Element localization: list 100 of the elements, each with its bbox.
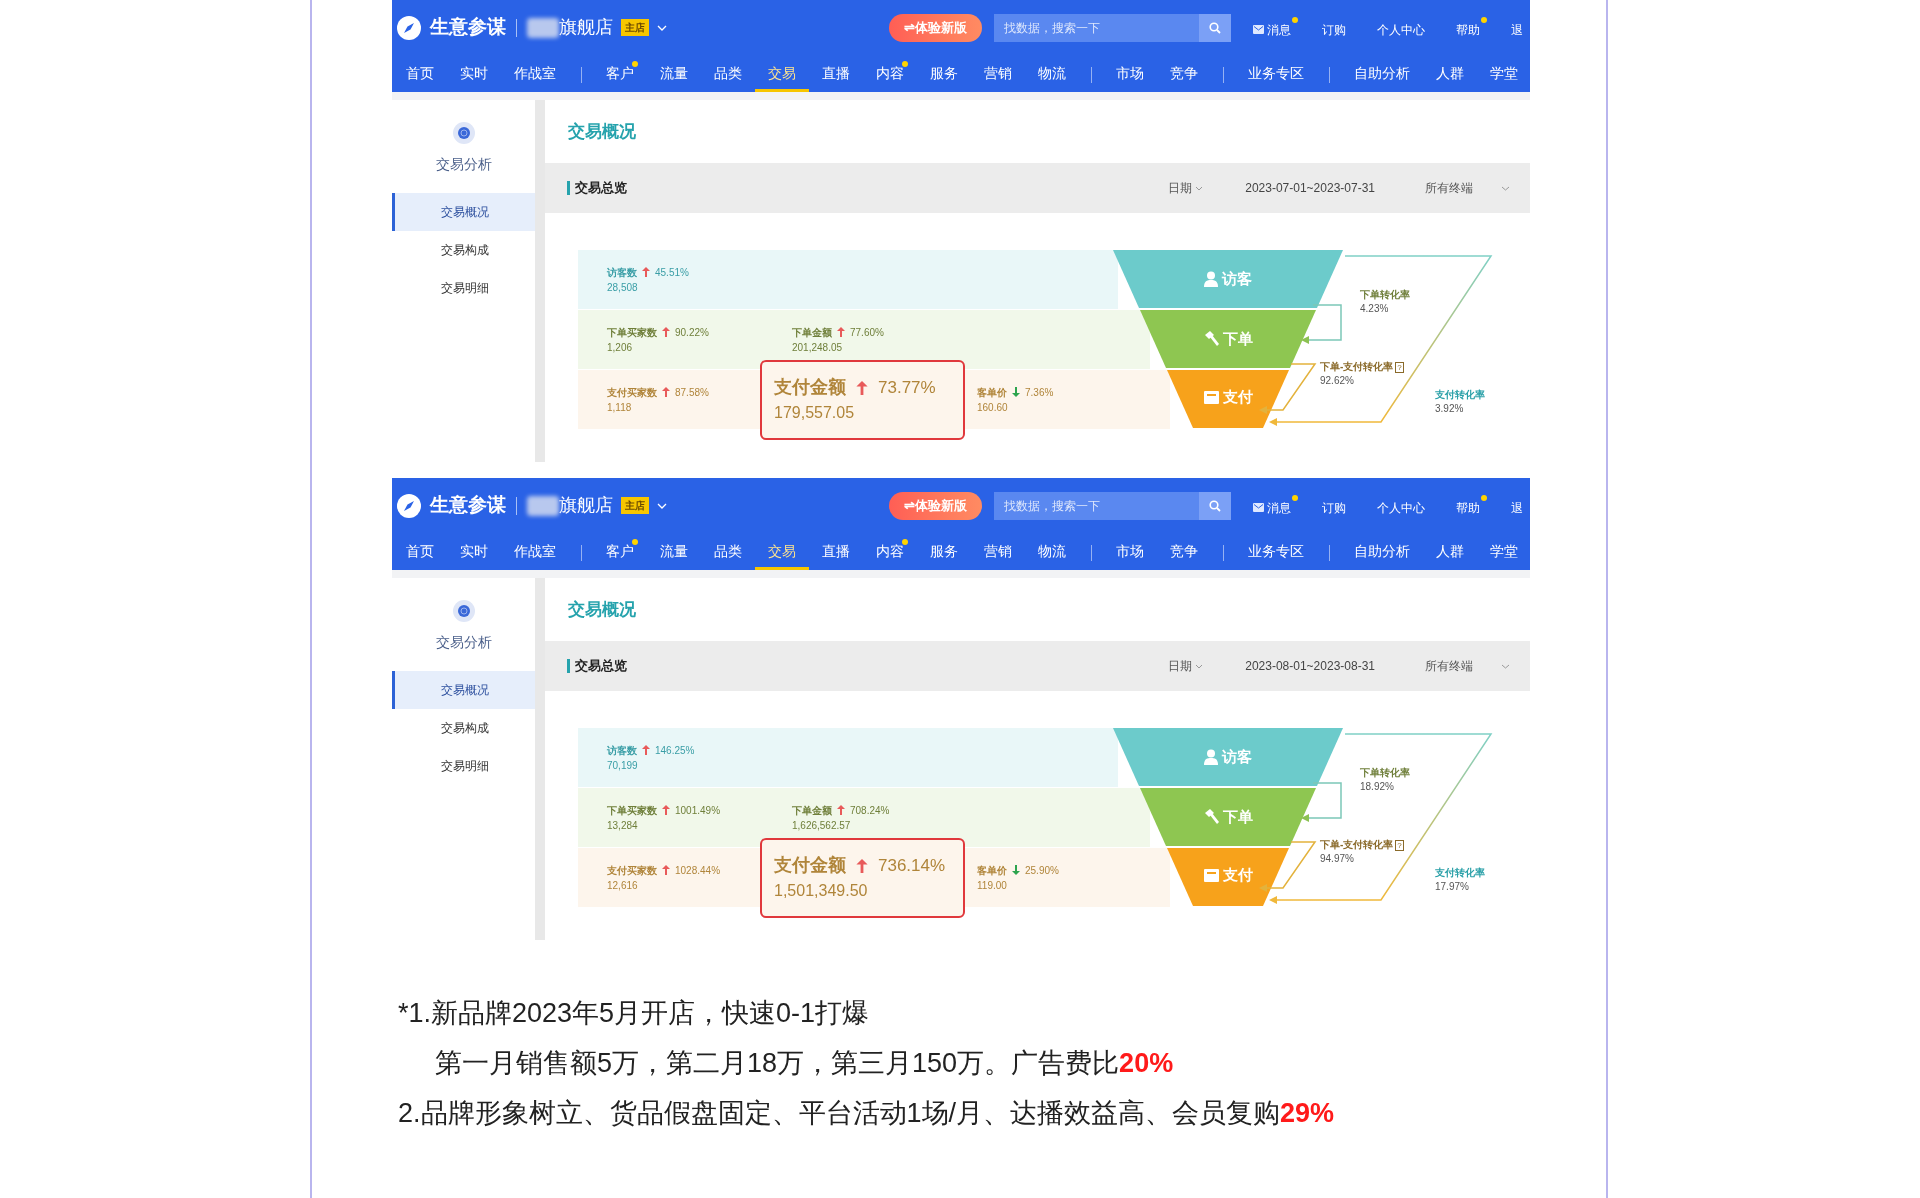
metric-value: 13,284 bbox=[607, 818, 639, 833]
nav-tab[interactable]: 实时 bbox=[447, 55, 501, 92]
terminal-dropdown[interactable]: 所有终端 bbox=[1425, 179, 1510, 197]
header-link[interactable]: 个人中心 bbox=[1377, 16, 1432, 39]
metric-change: 25.90% bbox=[1025, 863, 1059, 878]
metric-change: 7.36% bbox=[1025, 385, 1054, 400]
help-icon[interactable]: ? bbox=[1395, 839, 1404, 851]
nav-tab[interactable]: 人群 bbox=[1423, 533, 1477, 570]
nav-tab[interactable]: 物流 bbox=[1025, 533, 1079, 570]
page-title: 交易概况 bbox=[568, 598, 636, 621]
nav-tab[interactable]: 自助分析 bbox=[1329, 533, 1423, 570]
sidebar-item[interactable]: 交易明细 bbox=[392, 747, 535, 785]
nav-tab[interactable]: 首页 bbox=[393, 533, 447, 570]
nav-tab[interactable]: 人群 bbox=[1423, 55, 1477, 92]
metric-label: 支付金额 bbox=[774, 376, 846, 399]
metric-label: 访客数 bbox=[607, 743, 637, 758]
header-link[interactable]: 退 bbox=[1511, 16, 1530, 39]
nav-tab[interactable]: 市场 bbox=[1091, 55, 1157, 92]
nav-tab[interactable]: 品类 bbox=[701, 55, 755, 92]
nav-tab[interactable]: 服务 bbox=[917, 533, 971, 570]
hammer-icon bbox=[1203, 331, 1219, 348]
app-logo-text: 生意参谋 bbox=[430, 15, 506, 40]
nav-tab[interactable]: 竞争 bbox=[1157, 55, 1211, 92]
sidebar-item[interactable]: 交易概况 bbox=[392, 193, 535, 231]
chevron-down-icon[interactable] bbox=[657, 24, 667, 31]
nav-tab[interactable]: 实时 bbox=[447, 533, 501, 570]
nav-tab[interactable]: 业务专区 bbox=[1223, 533, 1317, 570]
metric-label: 支付买家数 bbox=[607, 385, 657, 400]
nav-tab[interactable]: 品类 bbox=[701, 533, 755, 570]
nav-tab[interactable]: 业务专区 bbox=[1223, 55, 1317, 92]
nav-tab[interactable]: 学堂 bbox=[1477, 533, 1531, 570]
header-link[interactable]: 订购 bbox=[1322, 16, 1353, 39]
stage-label: 下单 bbox=[1223, 329, 1253, 349]
metric-change: 90.22% bbox=[675, 325, 709, 340]
person-icon bbox=[1204, 749, 1218, 766]
rate-label: 下单转化率 bbox=[1360, 288, 1410, 302]
new-version-button[interactable]: ⇌体验新版 bbox=[889, 13, 982, 42]
nav-tab[interactable]: 客户 bbox=[581, 533, 647, 570]
sidebar-item[interactable]: 交易明细 bbox=[392, 269, 535, 307]
date-dropdown[interactable]: 日期 bbox=[1168, 179, 1204, 197]
nav-tab[interactable]: 营销 bbox=[971, 55, 1025, 92]
stage-label: 访客 bbox=[1222, 269, 1252, 289]
nav-tab[interactable]: 内容 bbox=[863, 55, 917, 92]
metric-value: 160.60 bbox=[977, 400, 1009, 415]
nav-tab[interactable]: 作战室 bbox=[501, 533, 569, 570]
person-icon bbox=[1204, 271, 1218, 288]
mail-icon bbox=[1253, 503, 1264, 512]
header-link[interactable]: 个人中心 bbox=[1377, 494, 1432, 517]
help-icon[interactable]: ? bbox=[1395, 361, 1404, 373]
nav-tab[interactable]: 直播 bbox=[809, 55, 863, 92]
nav-tab[interactable]: 竞争 bbox=[1157, 533, 1211, 570]
section-title: 交易总览 bbox=[575, 179, 627, 198]
app-logo-text: 生意参谋 bbox=[430, 493, 506, 518]
header-link[interactable]: 订购 bbox=[1322, 494, 1353, 517]
header-link[interactable]: 退 bbox=[1511, 494, 1530, 517]
new-version-button[interactable]: ⇌体验新版 bbox=[889, 491, 982, 520]
nav-tab[interactable]: 自助分析 bbox=[1329, 55, 1423, 92]
header-link[interactable]: 消息 bbox=[1253, 494, 1298, 517]
header-link[interactable]: 消息 bbox=[1253, 16, 1298, 39]
store-name: 旗舰店 bbox=[559, 494, 613, 517]
nav-tab[interactable]: 首页 bbox=[393, 55, 447, 92]
metric-label: 支付买家数 bbox=[607, 863, 657, 878]
nav-tab[interactable]: 服务 bbox=[917, 55, 971, 92]
nav-tab[interactable]: 流量 bbox=[647, 55, 701, 92]
search-button[interactable] bbox=[1199, 13, 1231, 42]
nav-tab[interactable]: 交易 bbox=[755, 55, 809, 92]
metric-change: 146.25% bbox=[655, 743, 695, 758]
chevron-down-icon[interactable] bbox=[657, 502, 667, 509]
metric-value: 1,626,562.57 bbox=[792, 818, 852, 833]
nav-tab[interactable]: 交易 bbox=[755, 533, 809, 570]
nav-tab[interactable]: 市场 bbox=[1091, 533, 1157, 570]
sidebar-item[interactable]: 交易概况 bbox=[392, 671, 535, 709]
search-button[interactable] bbox=[1199, 491, 1231, 520]
nav-tab[interactable]: 作战室 bbox=[501, 55, 569, 92]
nav-tab[interactable]: 直播 bbox=[809, 533, 863, 570]
nav-tab[interactable]: 内容 bbox=[863, 533, 917, 570]
search-icon bbox=[1209, 499, 1221, 512]
nav-tab[interactable]: 学堂 bbox=[1477, 55, 1531, 92]
nav-tab[interactable]: 营销 bbox=[971, 533, 1025, 570]
store-badge: 主店 bbox=[621, 19, 649, 36]
rate-value: 3.92% bbox=[1435, 402, 1465, 416]
metric-value: 70,199 bbox=[607, 758, 639, 773]
search-field[interactable]: 找数据，搜索一下 bbox=[994, 491, 1231, 520]
sidebar-item[interactable]: 交易构成 bbox=[392, 709, 535, 747]
metric-change: 1001.49% bbox=[675, 803, 721, 818]
header-link[interactable]: 帮助 bbox=[1456, 494, 1487, 517]
terminal-dropdown[interactable]: 所有终端 bbox=[1425, 657, 1510, 675]
stage-label: 访客 bbox=[1222, 747, 1252, 767]
metric-change: 87.58% bbox=[675, 385, 709, 400]
nav-tab[interactable]: 物流 bbox=[1025, 55, 1079, 92]
nav-tab[interactable]: 客户 bbox=[581, 55, 647, 92]
metric-change: 73.77% bbox=[878, 376, 936, 399]
search-field[interactable]: 找数据，搜索一下 bbox=[994, 13, 1231, 42]
nav-tab[interactable]: 流量 bbox=[647, 533, 701, 570]
sidebar-item[interactable]: 交易构成 bbox=[392, 231, 535, 269]
stage-label: 支付 bbox=[1222, 387, 1253, 407]
store-name: 旗舰店 bbox=[559, 16, 613, 39]
header-link[interactable]: 帮助 bbox=[1456, 16, 1487, 39]
metric-value: 1,206 bbox=[607, 340, 634, 355]
date-dropdown[interactable]: 日期 bbox=[1168, 657, 1204, 675]
